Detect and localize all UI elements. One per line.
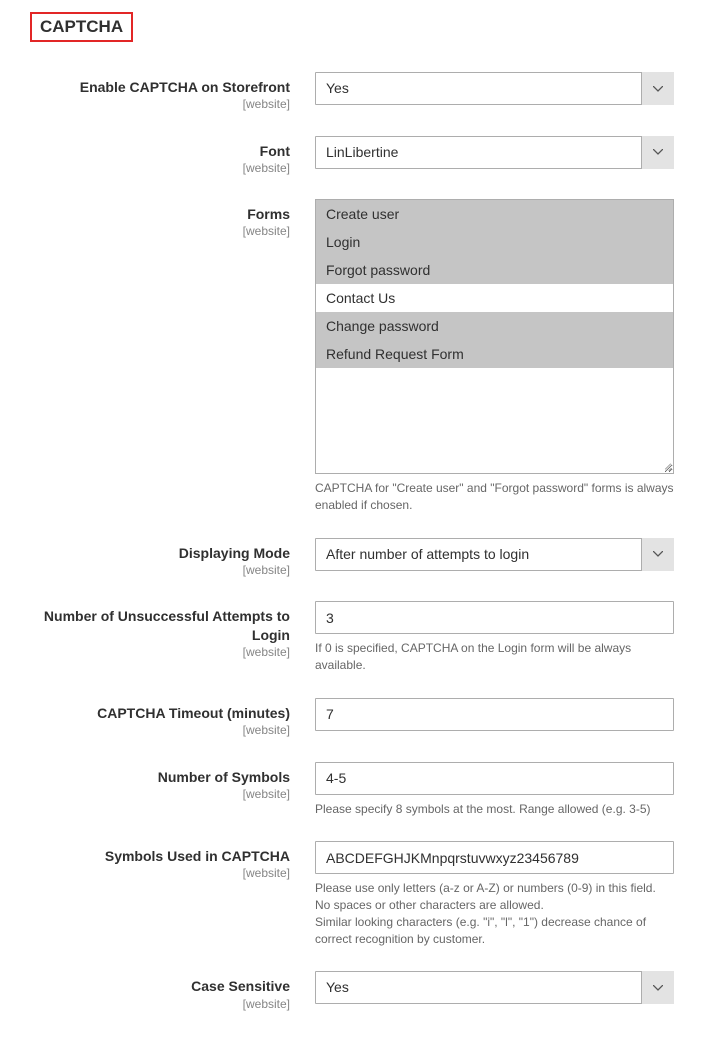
chevron-down-icon: [641, 538, 674, 571]
help-attempts: If 0 is specified, CAPTCHA on the Login …: [315, 640, 674, 674]
scope-label: [website]: [30, 723, 290, 737]
scope-label: [website]: [30, 161, 290, 175]
field-symbols-used: Symbols Used in CAPTCHA [website] Please…: [30, 841, 674, 947]
label-attempts: Number of Unsuccessful Attempts to Login: [30, 607, 290, 643]
select-value: LinLibertine: [315, 136, 674, 169]
help-forms: CAPTCHA for "Create user" and "Forgot pa…: [315, 480, 674, 514]
field-symbol-count: Number of Symbols [website] Please speci…: [30, 762, 674, 818]
section-title-captcha: CAPTCHA: [30, 12, 133, 42]
field-attempts: Number of Unsuccessful Attempts to Login…: [30, 601, 674, 674]
scope-label: [website]: [30, 645, 290, 659]
forms-option[interactable]: Forgot password: [316, 256, 673, 284]
field-case-sensitive: Case Sensitive [website] Yes: [30, 971, 674, 1011]
label-symbols-used: Symbols Used in CAPTCHA: [30, 847, 290, 865]
field-timeout: CAPTCHA Timeout (minutes) [website]: [30, 698, 674, 738]
label-font: Font: [30, 142, 290, 160]
label-timeout: CAPTCHA Timeout (minutes): [30, 704, 290, 722]
label-forms: Forms: [30, 205, 290, 223]
input-symbol-count[interactable]: [315, 762, 674, 795]
label-symbol-count: Number of Symbols: [30, 768, 290, 786]
select-enable-captcha[interactable]: Yes: [315, 72, 674, 105]
help-symbols-used: Please use only letters (a-z or A-Z) or …: [315, 880, 674, 947]
input-symbols-used[interactable]: [315, 841, 674, 874]
input-attempts[interactable]: [315, 601, 674, 634]
forms-option[interactable]: Login: [316, 228, 673, 256]
select-value: After number of attempts to login: [315, 538, 674, 571]
forms-option[interactable]: Refund Request Form: [316, 340, 673, 368]
chevron-down-icon: [641, 72, 674, 105]
field-font: Font [website] LinLibertine: [30, 136, 674, 176]
resize-handle-icon[interactable]: [658, 458, 672, 472]
label-case-sensitive: Case Sensitive: [30, 977, 290, 995]
field-forms: Forms [website] Create userLoginForgot p…: [30, 199, 674, 514]
field-enable-captcha: Enable CAPTCHA on Storefront [website] Y…: [30, 72, 674, 112]
select-font[interactable]: LinLibertine: [315, 136, 674, 169]
field-displaying-mode: Displaying Mode [website] After number o…: [30, 538, 674, 578]
scope-label: [website]: [30, 563, 290, 577]
forms-option[interactable]: Create user: [316, 200, 673, 228]
select-displaying-mode[interactable]: After number of attempts to login: [315, 538, 674, 571]
scope-label: [website]: [30, 97, 290, 111]
select-value: Yes: [315, 72, 674, 105]
chevron-down-icon: [641, 136, 674, 169]
label-enable-captcha: Enable CAPTCHA on Storefront: [30, 78, 290, 96]
forms-option[interactable]: Contact Us: [316, 284, 673, 312]
multiselect-forms[interactable]: Create userLoginForgot passwordContact U…: [315, 199, 674, 474]
scope-label: [website]: [30, 997, 290, 1011]
input-timeout[interactable]: [315, 698, 674, 731]
label-displaying-mode: Displaying Mode: [30, 544, 290, 562]
forms-option[interactable]: Change password: [316, 312, 673, 340]
scope-label: [website]: [30, 224, 290, 238]
scope-label: [website]: [30, 787, 290, 801]
scope-label: [website]: [30, 866, 290, 880]
help-symbol-count: Please specify 8 symbols at the most. Ra…: [315, 801, 674, 818]
